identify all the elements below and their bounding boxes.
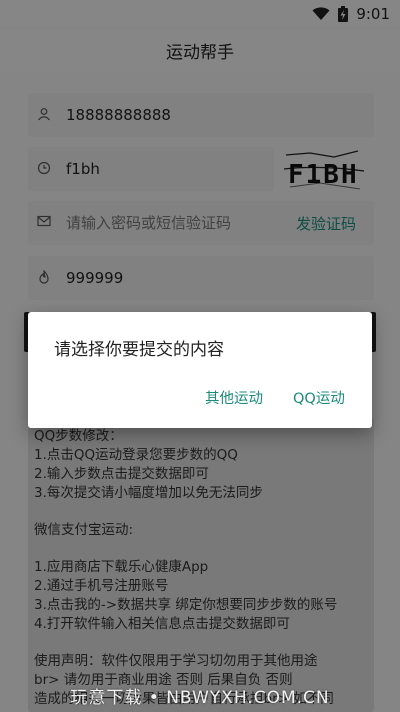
qq-sport-button[interactable]: QQ运动: [293, 387, 345, 408]
watermark: 玩意下载 • NBWYXH.COM.CN: [70, 688, 330, 708]
submit-choice-dialog: 请选择你要提交的内容 其他运动 QQ运动: [28, 312, 372, 428]
dialog-title: 请选择你要提交的内容: [54, 340, 224, 360]
other-sport-button[interactable]: 其他运动: [205, 387, 263, 408]
